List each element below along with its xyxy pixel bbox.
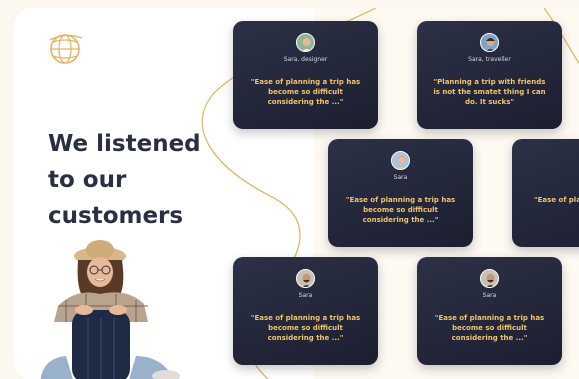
card-author: Sara, traveller	[468, 56, 511, 63]
page: We listened to our customers Sara, desig…	[0, 0, 579, 379]
user-avatar-icon	[296, 33, 315, 52]
headline-line-2: to our	[48, 167, 127, 193]
testimonial-card[interactable]: Sara, designer "Ease of planning a trip …	[233, 21, 378, 129]
user-avatar-icon	[296, 269, 315, 288]
testimonial-card[interactable]: Sara "Ease of planning a trip has become…	[233, 257, 378, 365]
card-quote: "Planning a trip with friends is not the…	[433, 78, 546, 106]
card-quote: "Ease of planning a trip has become so d…	[250, 314, 361, 342]
testimonial-card[interactable]: Sara, traveller "Planning a trip with fr…	[417, 21, 562, 129]
card-author: Sara	[298, 292, 313, 299]
card-author: Sara, designer	[283, 56, 328, 63]
headline-line-1: We listened	[48, 131, 201, 157]
user-avatar-icon	[480, 33, 499, 52]
hero-panel: We listened to our customers Sara, desig…	[14, 8, 579, 379]
traveller-photo	[40, 240, 180, 379]
globe-logo-icon[interactable]	[46, 30, 84, 68]
testimonial-card[interactable]: Sara "Ease of planning a trip has become…	[328, 139, 473, 247]
user-avatar-icon	[480, 269, 499, 288]
card-author: Sara	[482, 292, 497, 299]
user-avatar-icon	[391, 151, 410, 170]
card-quote: "Ease of planning a trip has become so d…	[434, 314, 545, 342]
testimonial-card[interactable]: Sara "Ease of planning a trip has become…	[417, 257, 562, 365]
headline: We listened to our customers	[48, 126, 228, 234]
card-quote: "Ease of planning a trip has become so d…	[345, 196, 456, 224]
headline-line-3: customers	[48, 203, 184, 229]
card-quote: "Ease of pla beco conside	[534, 196, 579, 204]
testimonial-card[interactable]: "Ease of pla beco conside	[512, 139, 579, 247]
card-quote: "Ease of planning a trip has become so d…	[250, 78, 361, 106]
card-author: Sara	[393, 174, 408, 181]
